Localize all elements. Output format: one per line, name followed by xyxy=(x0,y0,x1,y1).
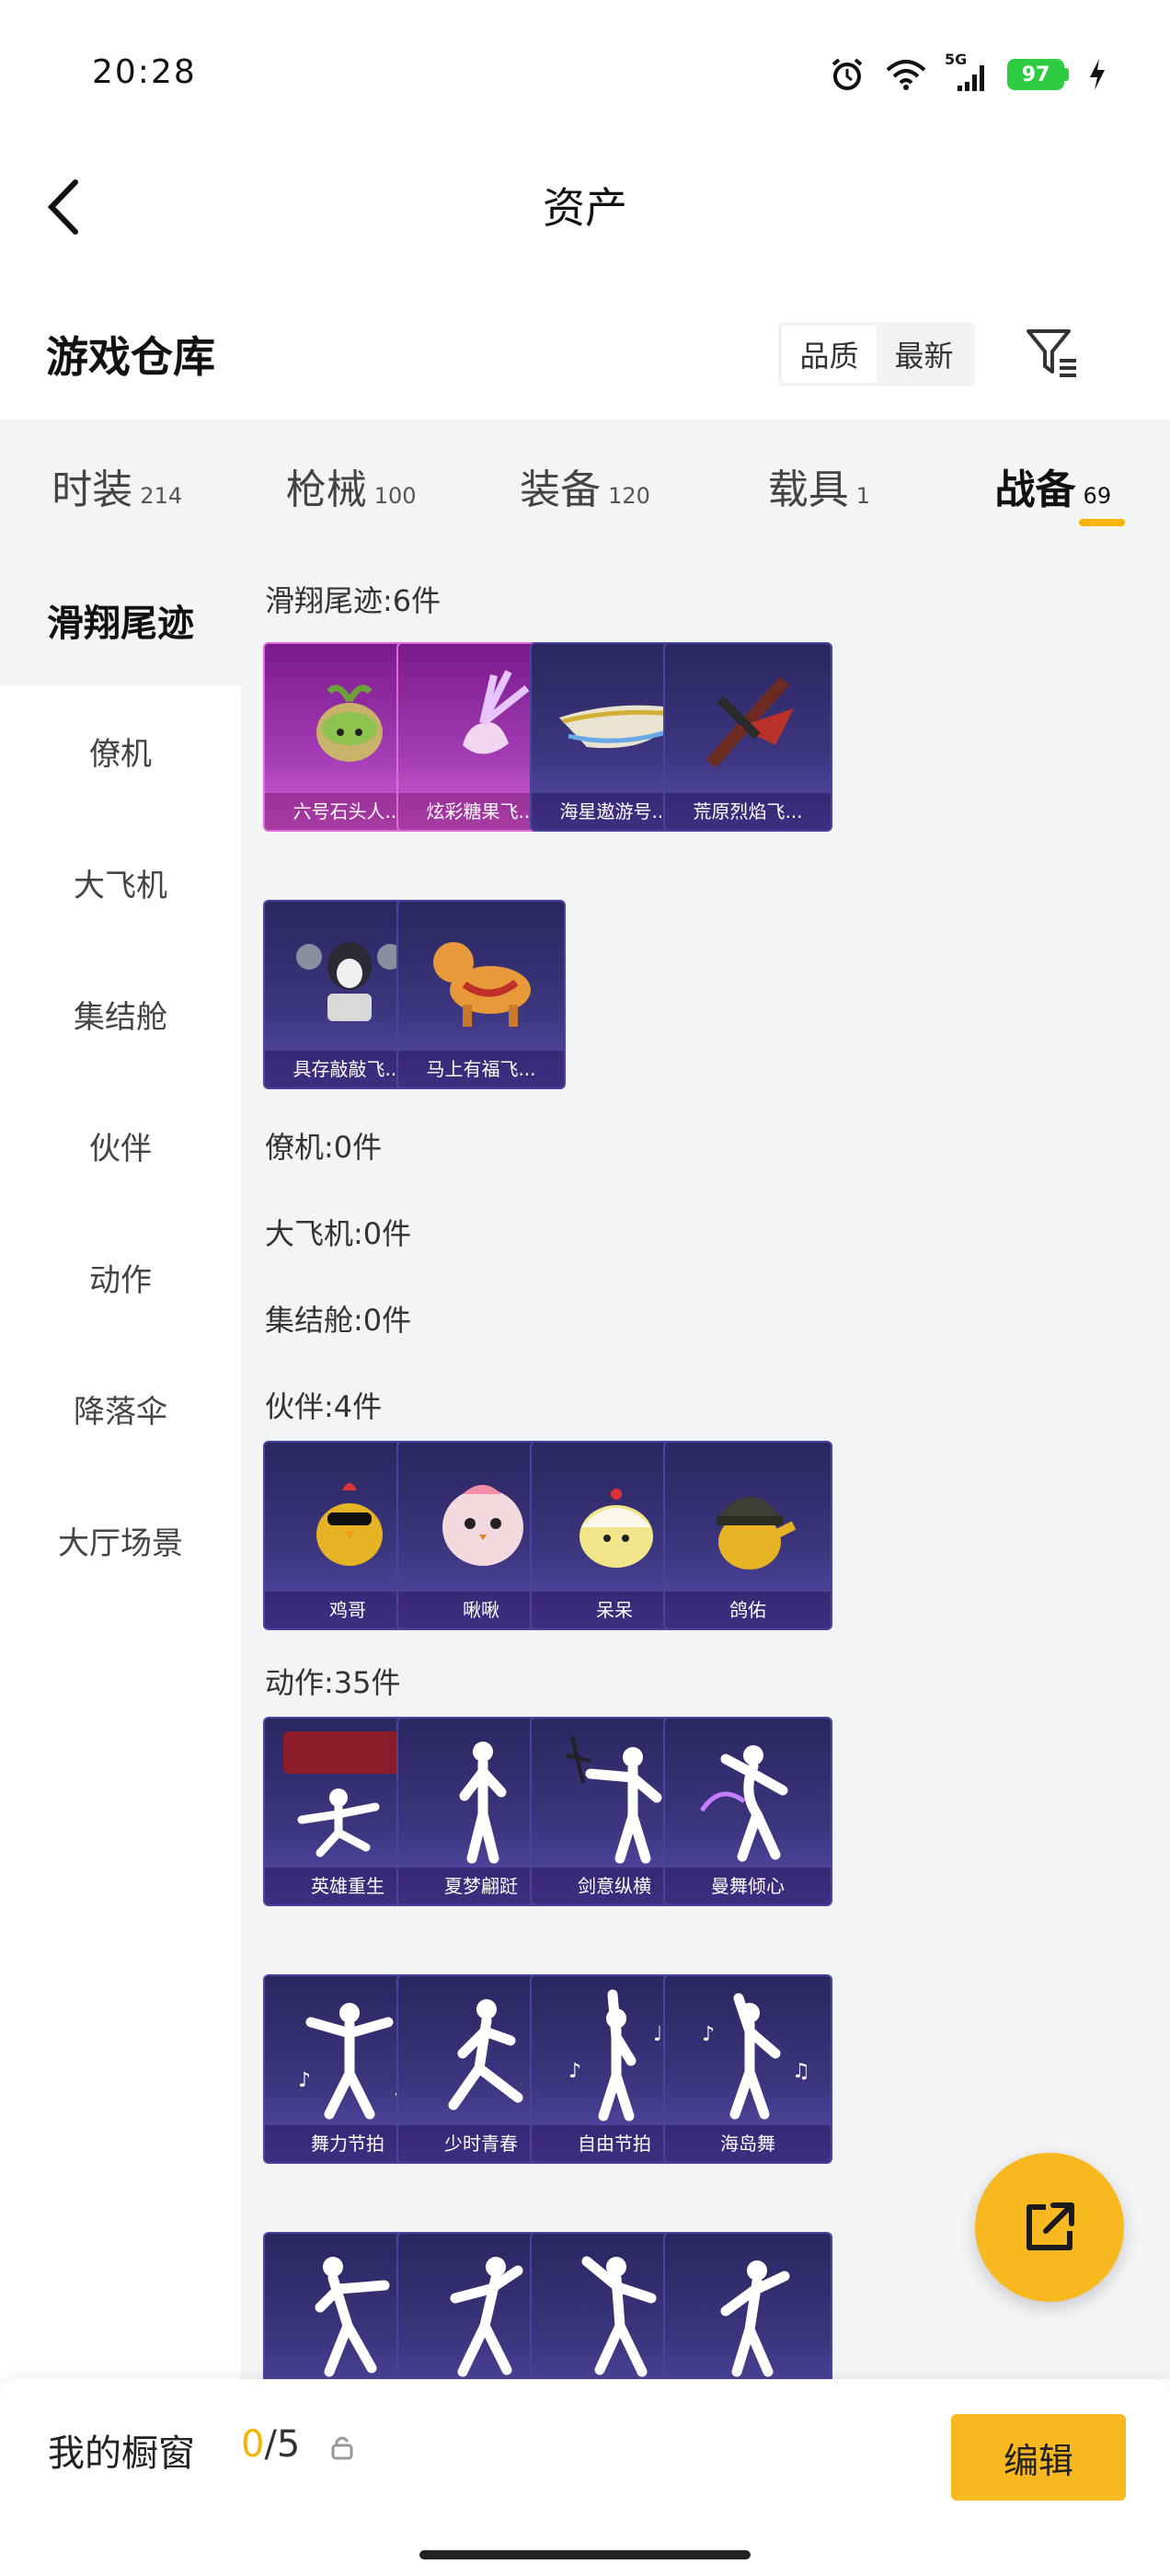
sidebar-item-parachute[interactable]: 降落伞 xyxy=(0,1343,241,1475)
tab-guns[interactable]: 枪械 100 xyxy=(234,420,467,554)
section-title-emote: 动作:35件 xyxy=(265,1665,401,1700)
section-title-big-plane: 大飞机:0件 xyxy=(265,1216,412,1251)
status-time: 20:28 xyxy=(92,53,197,91)
content-area: 滑翔尾迹:6件 六号石头人... 炫彩糖果飞... 海星遨游号... 荒原烈焰飞… xyxy=(241,554,1170,2379)
sort-toggle: 品质 最新 xyxy=(778,322,975,386)
showcase-bar: 我的橱窗 0/5 编辑 xyxy=(0,2379,1170,2576)
section-title-glide-trail: 滑翔尾迹:6件 xyxy=(265,583,442,618)
lock-icon xyxy=(331,2436,353,2460)
tab-battle-prep[interactable]: 战备 69 xyxy=(936,420,1170,554)
item-name: 曼舞倾心 xyxy=(665,1868,831,1904)
tab-vehicles[interactable]: 载具 1 xyxy=(702,420,935,554)
repo-title: 游戏仓库 xyxy=(46,332,215,382)
alarm-icon xyxy=(832,58,863,90)
edit-button[interactable]: 编辑 xyxy=(951,2414,1126,2501)
item-art-icon xyxy=(720,2260,790,2377)
tab-fashion[interactable]: 时装 214 xyxy=(0,420,234,554)
item-card[interactable]: 曼舞倾心 xyxy=(663,1717,832,1906)
item-art-icon xyxy=(717,1497,797,1570)
sidebar-item-wingman[interactable]: 僚机 xyxy=(0,685,241,817)
svg-text:♪: ♪ xyxy=(298,2069,311,2092)
showcase-total: /5 xyxy=(264,2423,301,2466)
external-link-icon xyxy=(1027,2202,1074,2250)
svg-text:♪: ♪ xyxy=(702,2023,715,2046)
sidebar: 滑翔尾迹 僚机 大飞机 集结舱 伙伴 动作 降落伞 大厅场景 xyxy=(0,554,241,2379)
tab-active-indicator xyxy=(1078,519,1125,526)
charging-icon xyxy=(1090,59,1105,90)
status-icons: 5G 97 xyxy=(829,51,1107,96)
title-bar: 资产 xyxy=(0,147,1170,267)
cellular-icon: 5G xyxy=(945,51,989,93)
battery-level: 97 xyxy=(1007,59,1064,90)
item-card[interactable]: 马上有福飞... xyxy=(396,900,566,1089)
item-card[interactable]: 荒原烈焰飞... xyxy=(663,642,832,832)
sidebar-item-companion[interactable]: 伙伴 xyxy=(0,1080,241,1212)
sort-quality[interactable]: 品质 xyxy=(782,326,877,383)
filter-icon xyxy=(1027,329,1076,377)
sidebar-item-rally-pod[interactable]: 集结舱 xyxy=(0,949,241,1080)
svg-text:♩: ♩ xyxy=(653,2023,662,2046)
network-type: 5G xyxy=(945,51,968,68)
item-art-icon xyxy=(433,942,531,1027)
home-indicator[interactable] xyxy=(419,2550,751,2559)
section-title-wingman: 僚机:0件 xyxy=(265,1130,383,1165)
sidebar-item-lobby-scene[interactable]: 大厅场景 xyxy=(0,1475,241,1606)
item-name: 海岛舞 xyxy=(665,2125,831,2162)
share-fab-button[interactable] xyxy=(975,2153,1124,2302)
sidebar-item-glide-trail[interactable]: 滑翔尾迹 xyxy=(0,554,241,685)
category-tabs: 时装 214 枪械 100 装备 120 载具 1 战备 69 xyxy=(0,420,1170,554)
repo-header: 游戏仓库 品质 最新 xyxy=(0,304,1170,405)
svg-text:♫: ♫ xyxy=(792,2060,810,2083)
filter-button[interactable] xyxy=(1023,324,1082,383)
section-title-companion: 伙伴:4件 xyxy=(265,1389,383,1424)
section-title-rally-pod: 集结舱:0件 xyxy=(265,1303,412,1338)
tab-equipment[interactable]: 装备 120 xyxy=(468,420,702,554)
item-name: 荒原烈焰飞... xyxy=(665,793,831,830)
sidebar-item-emote[interactable]: 动作 xyxy=(0,1212,241,1343)
showcase-count: 0/5 xyxy=(241,2423,300,2466)
wifi-icon xyxy=(886,60,926,90)
item-name: 鸽佑 xyxy=(665,1592,831,1628)
showcase-current: 0 xyxy=(241,2423,265,2466)
item-card[interactable] xyxy=(663,2232,832,2379)
item-art-icon xyxy=(705,676,794,768)
svg-text:♪: ♪ xyxy=(568,2060,581,2083)
item-art-icon: ♪♫ xyxy=(702,1993,810,2120)
item-card[interactable]: 鸽佑 xyxy=(663,1441,832,1630)
showcase-label: 我的橱窗 xyxy=(48,2432,195,2475)
sidebar-item-big-plane[interactable]: 大飞机 xyxy=(0,817,241,949)
status-bar: 20:28 5G 97 xyxy=(0,0,1170,147)
item-name: 马上有福飞... xyxy=(398,1051,564,1087)
sort-newest[interactable]: 最新 xyxy=(877,326,971,383)
page-title: 资产 xyxy=(543,183,627,233)
item-art-icon xyxy=(699,1745,788,1862)
item-card[interactable]: ♪ ♫ 海岛舞 xyxy=(663,1974,832,2164)
battery-indicator: 97 xyxy=(1007,59,1069,90)
